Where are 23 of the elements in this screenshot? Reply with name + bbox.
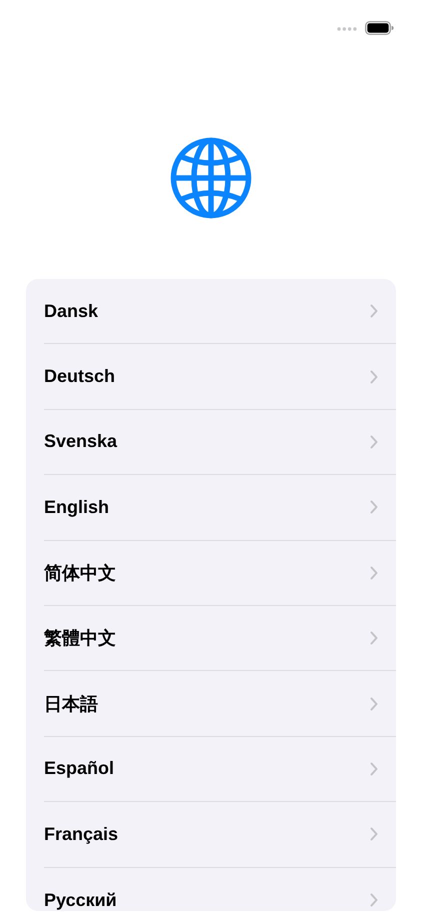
chevron-icon <box>370 566 378 580</box>
chevron-icon <box>370 370 378 384</box>
language-row[interactable]: Español <box>44 736 396 802</box>
chevron-icon <box>370 304 378 318</box>
language-row[interactable]: Русский <box>44 868 396 911</box>
language-row[interactable]: Français <box>44 802 396 868</box>
signal-icon <box>337 26 357 30</box>
battery-icon <box>365 21 394 35</box>
chevron-icon <box>370 827 378 842</box>
language-row[interactable]: Dansk <box>44 279 396 344</box>
chevron-icon <box>370 762 378 776</box>
globe-icon <box>170 137 252 219</box>
language-row[interactable]: English <box>44 475 396 541</box>
language-row[interactable]: 日本語 <box>44 671 396 737</box>
chevron-icon <box>370 696 378 711</box>
chevron-icon <box>370 500 378 514</box>
chevron-icon <box>370 631 378 646</box>
language-row[interactable]: 简体中文 <box>44 540 396 606</box>
chevron-icon <box>370 893 378 908</box>
chevron-icon <box>370 434 378 449</box>
language-row[interactable]: Deutsch <box>44 344 396 410</box>
language-row[interactable]: 繁體中文 <box>44 606 396 672</box>
language-row[interactable]: Svenska <box>44 410 396 476</box>
